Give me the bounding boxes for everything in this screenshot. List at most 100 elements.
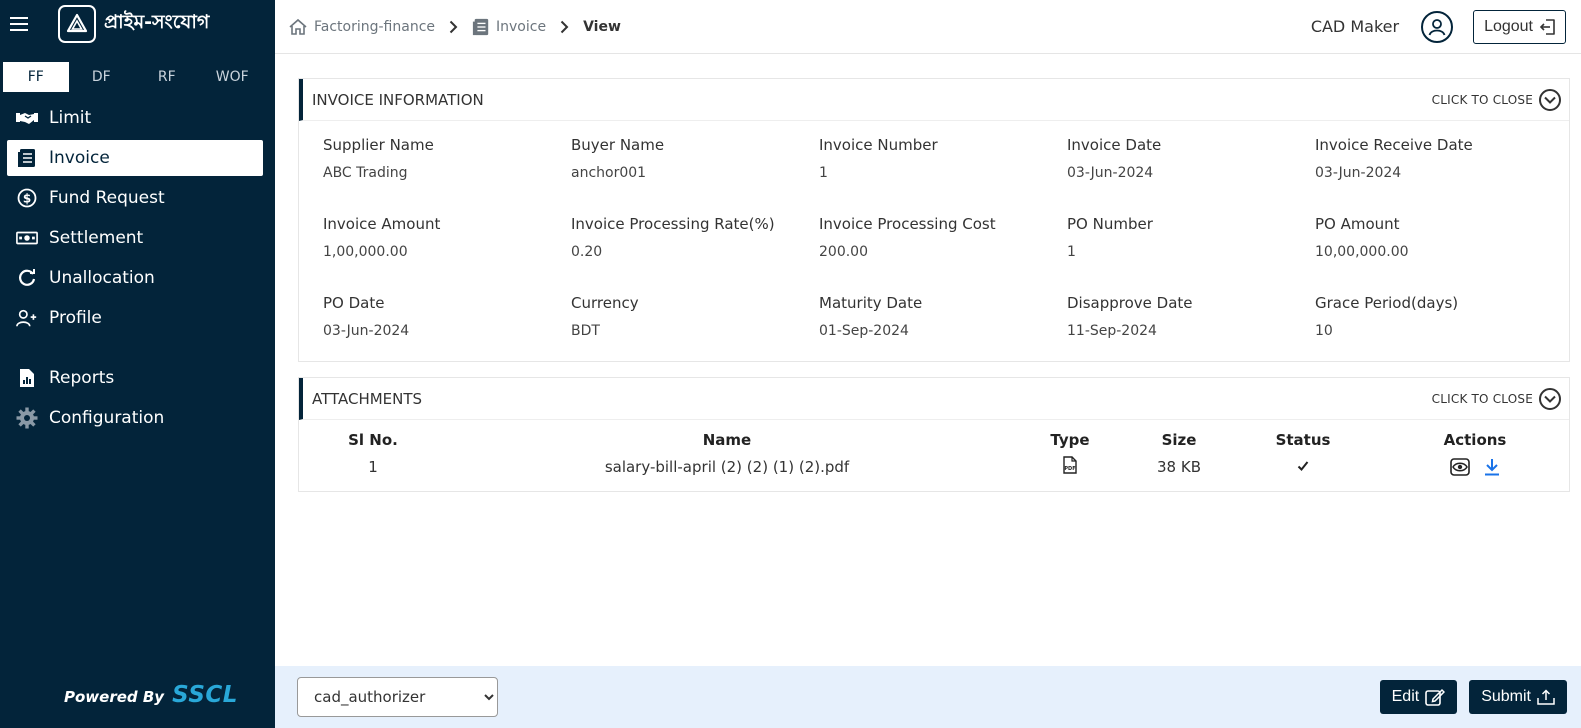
footer-actions: Edit Submit	[1379, 680, 1567, 714]
invoice-information-card: INVOICE INFORMATION CLICK TO CLOSE Suppl…	[298, 78, 1570, 362]
edit-button[interactable]: Edit	[1379, 680, 1458, 714]
column-header: Type	[1050, 431, 1090, 449]
action-footer: cad_authorizer Edit Submit	[275, 666, 1581, 728]
sidebar-item-label: Limit	[49, 108, 92, 128]
card-header: ATTACHMENTS CLICK TO CLOSE	[299, 378, 1569, 420]
sidebar-item-settlement[interactable]: Settlement	[7, 220, 263, 256]
table-row: 1 salary-bill-april (2) (2) (1) (2).pdf …	[299, 456, 1569, 484]
breadcrumb-invoice[interactable]: Invoice	[472, 18, 546, 36]
type-cell: PDF	[1007, 456, 1133, 484]
info-field: Maturity Date 01-Sep-2024	[819, 291, 1067, 370]
info-field-label: Disapprove Date	[1067, 294, 1193, 312]
info-field-value: 200.00	[819, 244, 868, 260]
info-field: Grace Period(days) 10	[1315, 291, 1563, 370]
info-field-label: Invoice Processing Rate(%)	[571, 215, 775, 233]
info-field-value: BDT	[571, 323, 600, 339]
chevron-right-icon	[560, 20, 569, 34]
column-header: Size	[1161, 431, 1197, 449]
sidebar-item-label: Unallocation	[49, 268, 155, 288]
card-header: INVOICE INFORMATION CLICK TO CLOSE	[299, 79, 1569, 121]
tab-df[interactable]: DF	[69, 62, 135, 92]
sidebar-item-reports[interactable]: Reports	[7, 360, 263, 396]
brand-bar: প্রাইম-সংযোগ	[0, 0, 275, 48]
logout-button[interactable]: Logout	[1473, 9, 1566, 44]
sidebar-item-label: Reports	[49, 368, 115, 388]
hamburger-menu-icon[interactable]	[10, 17, 28, 31]
coin-icon: $	[16, 188, 38, 208]
svg-text:$: $	[23, 192, 31, 206]
logout-icon	[1539, 18, 1555, 35]
info-field-label: PO Amount	[1315, 215, 1400, 233]
info-field-value: 11-Sep-2024	[1067, 323, 1157, 339]
info-field-value: 10,00,000.00	[1315, 244, 1409, 260]
info-field-value: 0.20	[571, 244, 603, 260]
user-plus-icon	[16, 308, 38, 328]
document-icon	[16, 148, 38, 168]
sidebar-item-configuration[interactable]: Configuration	[7, 400, 263, 436]
info-field-value: 10	[1315, 323, 1333, 339]
banknote-icon	[16, 228, 38, 248]
info-field: Invoice Number 1	[819, 133, 1067, 212]
sidebar-item-label: Configuration	[49, 408, 165, 428]
sidebar-item-invoice[interactable]: Invoice	[7, 140, 263, 176]
info-field-label: Maturity Date	[819, 294, 923, 312]
check-icon	[1297, 458, 1309, 476]
column-header: Sl No.	[348, 431, 398, 449]
breadcrumb-home[interactable]: Factoring-finance	[288, 18, 435, 36]
tab-rf[interactable]: RF	[134, 62, 200, 92]
download-icon[interactable]	[1484, 458, 1500, 476]
breadcrumb-current: View	[583, 18, 621, 35]
invoice-fields: Supplier Name ABC Trading Buyer Name anchor…	[299, 121, 1569, 370]
attachments-card: ATTACHMENTS CLICK TO CLOSE Sl No. Name T…	[298, 377, 1570, 492]
app-logo-icon	[58, 5, 96, 43]
chevron-down-icon	[1539, 88, 1561, 111]
document-icon	[472, 18, 489, 35]
sidebar: প্রাইম-সংযোগ FF DF RF WOF Limit Invoice …	[0, 0, 275, 728]
user-area: CAD Maker Logout	[1310, 9, 1566, 44]
info-field: Disapprove Date 11-Sep-2024	[1067, 291, 1315, 370]
view-attachment-icon[interactable]	[1450, 458, 1470, 476]
info-field-label: Invoice Date	[1067, 136, 1162, 154]
table-header-row: Sl No. Name Type Size Status Actions	[299, 420, 1569, 456]
info-field-value: 03-Jun-2024	[1315, 165, 1402, 181]
info-field: PO Number 1	[1067, 212, 1315, 291]
pdf-icon: PDF	[1062, 456, 1078, 478]
upload-icon	[1537, 689, 1555, 705]
sidebar-item-limit[interactable]: Limit	[7, 100, 263, 136]
info-field-value: anchor001	[571, 165, 647, 181]
submit-button[interactable]: Submit	[1469, 680, 1567, 714]
column-header: Actions	[1443, 431, 1507, 449]
sidebar-item-fund-request[interactable]: $ Fund Request	[7, 180, 263, 216]
sidebar-item-label: Settlement	[49, 228, 144, 248]
info-field-label: PO Number	[1067, 215, 1153, 233]
collapse-toggle[interactable]: CLICK TO CLOSE	[1432, 88, 1561, 111]
edit-icon	[1425, 688, 1446, 706]
tab-wof[interactable]: WOF	[200, 62, 266, 92]
info-field: PO Amount 10,00,000.00	[1315, 212, 1563, 291]
user-name: CAD Maker	[1310, 17, 1400, 36]
info-field: Invoice Date 03-Jun-2024	[1067, 133, 1315, 212]
collapse-toggle[interactable]: CLICK TO CLOSE	[1432, 387, 1561, 410]
refresh-icon	[16, 268, 38, 288]
file-name-cell: salary-bill-april (2) (2) (1) (2).pdf	[604, 458, 850, 476]
powered-by-brand: SSCL	[172, 682, 238, 708]
chevron-right-icon	[449, 20, 458, 34]
card-title: INVOICE INFORMATION	[312, 90, 484, 109]
status-cell	[1225, 456, 1381, 484]
info-field-label: Buyer Name	[571, 136, 665, 154]
column-header: Name	[702, 431, 752, 449]
powered-by: Powered By SSCL	[64, 682, 238, 708]
info-field: Buyer Name anchor001	[571, 133, 819, 212]
info-field: Invoice Processing Cost 200.00	[819, 212, 1067, 291]
info-field-value: ABC Trading	[323, 165, 408, 181]
user-avatar-icon[interactable]	[1421, 10, 1454, 43]
sidebar-item-unallocation[interactable]: Unallocation	[7, 260, 263, 296]
info-field: Invoice Processing Rate(%) 0.20	[571, 212, 819, 291]
sidebar-item-label: Invoice	[49, 148, 110, 168]
tab-ff[interactable]: FF	[3, 62, 69, 92]
sidebar-item-profile[interactable]: Profile	[7, 300, 263, 336]
sidebar-item-label: Profile	[49, 308, 102, 328]
role-select[interactable]: cad_authorizer	[297, 677, 498, 717]
app-name: প্রাইম-সংযোগ	[104, 11, 210, 33]
info-field-label: Invoice Number	[819, 136, 938, 154]
